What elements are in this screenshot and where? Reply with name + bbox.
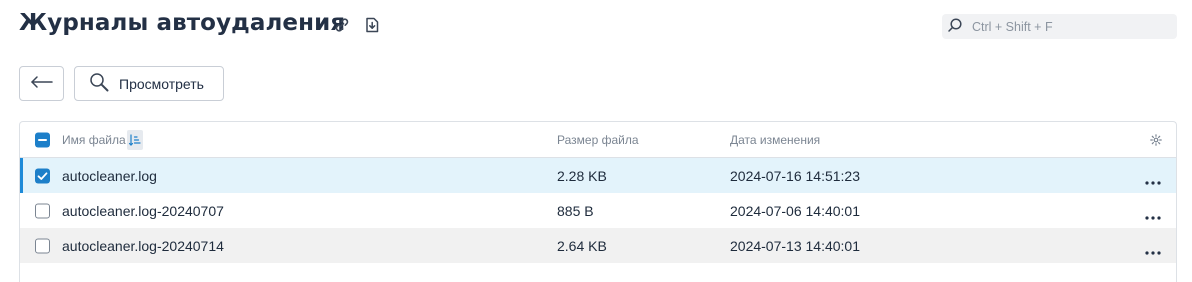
sort-icon[interactable] bbox=[127, 129, 143, 150]
files-table: Имя файла Размер файла Дата изменения au… bbox=[19, 121, 1177, 282]
export-icon[interactable] bbox=[362, 15, 382, 35]
file-date: 2024-07-13 14:40:01 bbox=[730, 237, 860, 254]
more-icon[interactable] bbox=[1144, 243, 1162, 255]
file-name: autocleaner.log-20240707 bbox=[62, 202, 224, 219]
column-header-date[interactable]: Дата изменения bbox=[730, 133, 820, 147]
table-row[interactable]: autocleaner.log 2.28 KB 2024-07-16 14:51… bbox=[20, 158, 1176, 193]
view-button-label: Просмотреть bbox=[119, 75, 204, 92]
file-date: 2024-07-16 14:51:23 bbox=[730, 167, 860, 184]
row-checkbox[interactable] bbox=[35, 203, 50, 218]
more-icon[interactable] bbox=[1144, 208, 1162, 220]
file-name: autocleaner.log bbox=[62, 167, 157, 184]
gear-icon[interactable] bbox=[1150, 133, 1162, 146]
column-header-name[interactable]: Имя файла bbox=[62, 133, 126, 147]
file-date: 2024-07-06 14:40:01 bbox=[730, 202, 860, 219]
back-button[interactable] bbox=[19, 66, 64, 101]
file-size: 2.64 KB bbox=[557, 237, 607, 254]
file-size: 885 B bbox=[557, 202, 594, 219]
page-title: Журналы автоудаления bbox=[19, 10, 346, 36]
magnifier-icon bbox=[88, 71, 110, 97]
arrow-left-icon bbox=[30, 74, 54, 93]
row-checkbox[interactable] bbox=[35, 238, 50, 253]
select-all-checkbox[interactable] bbox=[35, 132, 50, 147]
table-header: Имя файла Размер файла Дата изменения bbox=[20, 122, 1176, 158]
link-icon[interactable] bbox=[332, 15, 352, 35]
table-row[interactable]: autocleaner.log-20240707 885 B 2024-07-0… bbox=[20, 193, 1176, 228]
search-input[interactable] bbox=[972, 19, 1172, 34]
view-button[interactable]: Просмотреть bbox=[74, 66, 224, 101]
table-row[interactable]: autocleaner.log-20240714 2.64 KB 2024-07… bbox=[20, 228, 1176, 263]
search-icon bbox=[946, 16, 964, 38]
search-field[interactable] bbox=[942, 14, 1177, 39]
more-icon[interactable] bbox=[1144, 173, 1162, 185]
row-checkbox[interactable] bbox=[35, 168, 50, 183]
column-header-size[interactable]: Размер файла bbox=[557, 133, 639, 147]
file-name: autocleaner.log-20240714 bbox=[62, 237, 224, 254]
file-size: 2.28 KB bbox=[557, 167, 607, 184]
